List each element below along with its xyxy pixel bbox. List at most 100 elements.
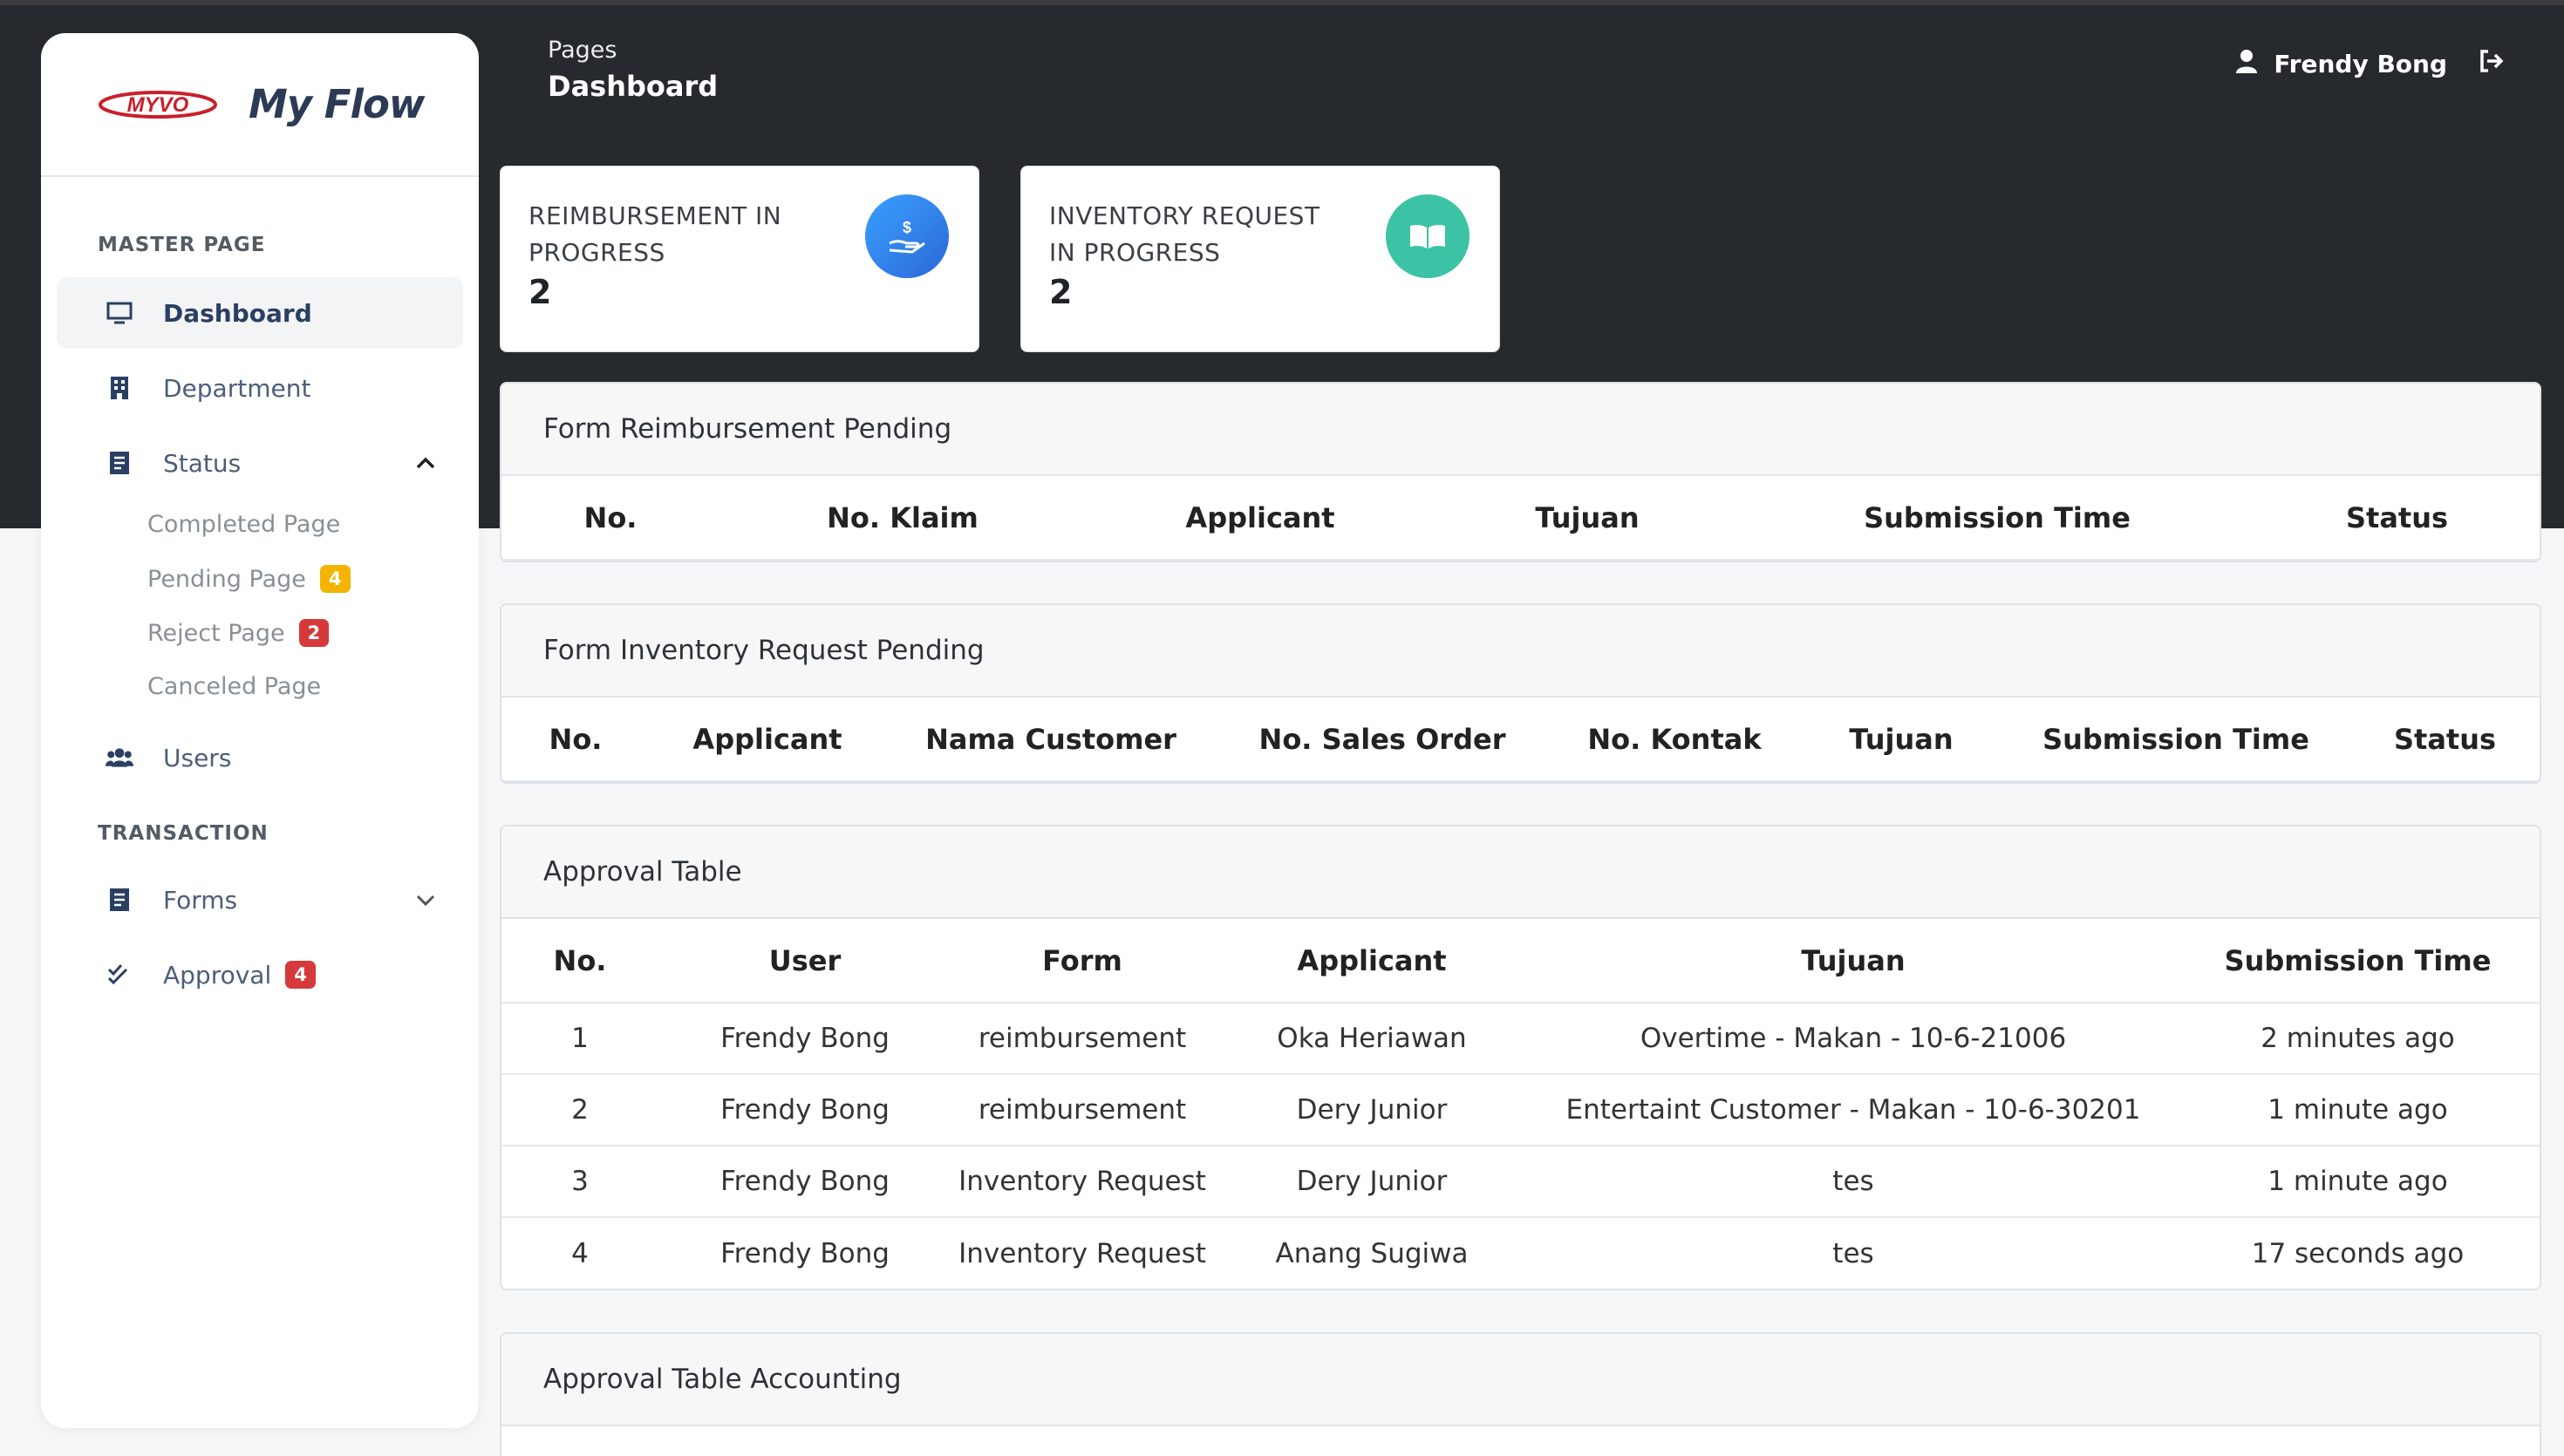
- cell-user: Frendy Bong: [658, 1003, 951, 1075]
- cell-tujuan: Overtime - Makan - 10-6-21006: [1531, 1003, 2176, 1075]
- stat-value: 2: [1049, 273, 1073, 311]
- cell-user: Frendy Bong: [720, 1237, 890, 1269]
- table-row[interactable]: 4 Frendy Bong Inventory Request Anang Su…: [501, 1217, 2540, 1289]
- cell-no: 3: [501, 1146, 658, 1218]
- svg-text:$: $: [903, 219, 911, 236]
- column-header: Status: [2350, 697, 2540, 782]
- sidebar-item-label: Department: [163, 373, 311, 403]
- stat-label: REIMBURSEMENT IN PROGRESS: [528, 201, 782, 267]
- approval-table-panel: Approval Table No. User Form Applicant T…: [500, 825, 2541, 1290]
- panel-title: Form Inventory Request Pending: [501, 605, 2540, 697]
- building-icon: [106, 374, 133, 402]
- column-header: No.: [501, 697, 650, 782]
- column-header: Tujuan: [1801, 697, 2001, 782]
- sidebar-item-label: Status: [163, 448, 242, 478]
- sidebar-item-approval[interactable]: Approval 4: [57, 939, 463, 1010]
- user-menu: Frendy Bong: [2235, 49, 2505, 79]
- cell-no: 4: [571, 1237, 589, 1269]
- subitem-label: Reject Page: [147, 619, 285, 647]
- subitem-label: Pending Page: [147, 565, 306, 593]
- column-header: No.: [501, 919, 658, 1004]
- inventory-pending-table: No. Applicant Nama Customer No. Sales Or…: [501, 697, 2540, 782]
- sidebar-item-label: Users: [163, 743, 232, 772]
- sidebar-item-users[interactable]: Users: [57, 722, 463, 793]
- sidebar-item-dashboard[interactable]: Dashboard: [57, 277, 463, 349]
- cell-submission-time: 1 minute ago: [2176, 1074, 2540, 1146]
- chevron-up-icon[interactable]: [413, 450, 439, 476]
- cell-applicant: Oka Heriawan: [1213, 1003, 1531, 1075]
- cell-tujuan: tes: [1832, 1237, 1874, 1269]
- cell-applicant: Dery Junior: [1213, 1146, 1531, 1218]
- hand-dollar-icon: $: [865, 194, 949, 278]
- subitem-label: Canceled Page: [147, 673, 322, 700]
- sidebar-subitem-reject[interactable]: Reject Page 2: [147, 619, 330, 647]
- column-header: Submission Time: [2176, 919, 2540, 1004]
- cell-applicant: Anang Sugiwa: [1275, 1237, 1469, 1269]
- column-header: No. Klaim: [719, 476, 1086, 561]
- chevron-down-icon[interactable]: [413, 887, 439, 913]
- myvo-logo: MYVO: [99, 90, 217, 119]
- svg-text:MYVO: MYVO: [127, 93, 189, 117]
- cell-form: reimbursement: [951, 1074, 1213, 1146]
- sidebar-subitem-canceled[interactable]: Canceled Page: [147, 673, 321, 700]
- column-header: Submission Time: [1740, 476, 2254, 561]
- logout-icon[interactable]: [2479, 49, 2505, 79]
- section-master-page: MASTER PAGE: [98, 234, 266, 256]
- approval-accounting-panel: Approval Table Accounting: [500, 1332, 2541, 1456]
- stat-value: 2: [528, 273, 552, 311]
- cell-tujuan: tes: [1531, 1146, 2176, 1218]
- cell-no: 2: [501, 1074, 658, 1146]
- sidebar-item-department[interactable]: Department: [57, 352, 463, 424]
- column-header: User: [658, 919, 951, 1004]
- sidebar-subitem-completed[interactable]: Completed Page: [147, 511, 340, 538]
- sidebar-item-label: Dashboard: [163, 298, 312, 328]
- page-title: Dashboard: [548, 70, 719, 103]
- panel-title: Form Reimbursement Pending: [501, 384, 2540, 476]
- brand[interactable]: MYVO My Flow: [41, 33, 479, 177]
- column-header: Tujuan: [1531, 919, 2176, 1004]
- column-header: Form: [951, 919, 1213, 1004]
- cell-tujuan: Entertaint Customer - Makan - 10-6-30201: [1531, 1074, 2176, 1146]
- cell-form: reimbursement: [951, 1003, 1213, 1075]
- panel-title: Approval Table Accounting: [501, 1334, 2540, 1426]
- cell-user: Frendy Bong: [658, 1146, 951, 1218]
- panel-title: Approval Table: [501, 827, 2540, 919]
- sidebar-item-label: Approval: [163, 960, 272, 990]
- sidebar-subitem-pending[interactable]: Pending Page 4: [147, 565, 351, 593]
- document-icon: [106, 449, 133, 477]
- cell-submission-time: 17 seconds ago: [2251, 1237, 2465, 1269]
- cell-submission-time: 1 minute ago: [2176, 1146, 2540, 1218]
- sidebar-item-forms[interactable]: Forms: [57, 864, 463, 936]
- column-header: No.: [501, 476, 719, 561]
- book-icon: [1386, 194, 1470, 278]
- cell-form: Inventory Request: [958, 1237, 1206, 1269]
- section-transaction: TRANSACTION: [98, 822, 269, 845]
- reject-count-badge: 2: [298, 619, 330, 647]
- brand-title: My Flow: [249, 81, 425, 127]
- column-header: Status: [2254, 476, 2540, 561]
- sidebar-item-status[interactable]: Status: [57, 427, 463, 499]
- sidebar: MYVO My Flow MASTER PAGE Dashboard Depar…: [41, 33, 479, 1428]
- table-row[interactable]: 3 Frendy Bong Inventory Request Dery Jun…: [501, 1146, 2540, 1218]
- cell-user: Frendy Bong: [658, 1074, 951, 1146]
- column-header: No. Sales Order: [1217, 697, 1548, 782]
- cell-submission-time: 2 minutes ago: [2176, 1003, 2540, 1075]
- cell-applicant: Dery Junior: [1213, 1074, 1531, 1146]
- column-header: No. Kontak: [1548, 697, 1801, 782]
- stat-label: INVENTORY REQUEST IN PROGRESS: [1049, 201, 1320, 267]
- user-name[interactable]: Frendy Bong: [2274, 50, 2447, 78]
- column-header: Applicant: [1086, 476, 1435, 561]
- table-row[interactable]: 2 Frendy Bong reimbursement Dery Junior …: [501, 1074, 2540, 1146]
- document-icon: [106, 886, 133, 914]
- monitor-icon: [106, 299, 133, 327]
- stat-card-reimbursement: REIMBURSEMENT IN PROGRESS 2 $: [500, 166, 979, 352]
- column-header: Tujuan: [1435, 476, 1740, 561]
- breadcrumb[interactable]: Pages: [548, 37, 617, 64]
- column-header: Applicant: [650, 697, 885, 782]
- reimbursement-pending-table: No. No. Klaim Applicant Tujuan Submissio…: [501, 476, 2540, 561]
- table-row[interactable]: 1 Frendy Bong reimbursement Oka Heriawan…: [501, 1003, 2540, 1075]
- cell-form: Inventory Request: [951, 1146, 1213, 1218]
- approval-count-badge: 4: [285, 961, 316, 989]
- pending-count-badge: 4: [319, 565, 351, 593]
- sidebar-item-label: Forms: [163, 885, 238, 915]
